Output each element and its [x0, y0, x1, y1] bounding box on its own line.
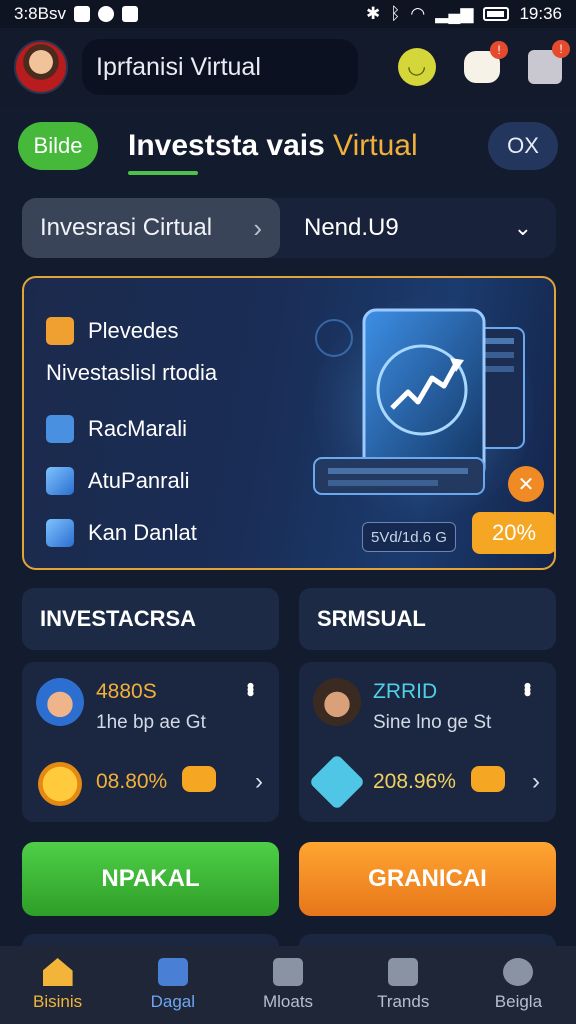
action-row: NPAKAL GRANICAI	[22, 842, 556, 916]
app-icon	[121, 6, 138, 22]
hero-item: AtuPanrali	[46, 464, 306, 498]
selector-row: Invesrasi Cirtual › Nend.U9 ⌄	[22, 198, 556, 258]
nav-label: Trands	[377, 992, 430, 1011]
bilde-button[interactable]: Bilde	[18, 122, 98, 170]
hero-percent-badge[interactable]: 20%	[472, 512, 554, 554]
nav-label: Beigla	[494, 992, 543, 1011]
chevron-right-icon[interactable]: ›	[532, 768, 540, 796]
stat-subtitle: Sine lno ge St	[373, 712, 492, 733]
stat-title: 4880S	[96, 680, 157, 703]
nav-item-bisinis[interactable]: Bisinis	[0, 946, 115, 1024]
nav-item-mloats[interactable]: Mloats	[230, 946, 345, 1024]
hero-item: RacMarali	[46, 412, 306, 446]
title-row: Bilde Investsta vais Virtual OX	[0, 106, 576, 186]
npakal-button[interactable]: NPAKAL	[22, 842, 279, 916]
stat-card[interactable]: ZRRID Sine lno ge St ••• 208.96% ›	[299, 662, 556, 822]
user-avatar	[313, 678, 361, 726]
top-bar: Iprfanisi Virtual ! !	[0, 28, 576, 106]
smile-icon[interactable]	[398, 48, 436, 86]
wifi-icon: ◠	[410, 4, 426, 23]
folder-icon	[157, 958, 188, 986]
stat-row: 4880S 1he bp ae Gt ••• 08.80% › ZRRID Si…	[22, 662, 556, 822]
signal-icon: ▂▄▆	[435, 4, 474, 23]
currency-dropdown-label: Nend.U9	[304, 214, 399, 241]
message-icon	[97, 6, 114, 22]
granicai-button[interactable]: GRANICAI	[299, 842, 556, 916]
chat-icon[interactable]: !	[464, 41, 508, 83]
tag-icon	[46, 317, 74, 345]
page-title: Investsta vais Virtual	[128, 129, 418, 175]
nav-item-trands[interactable]: Trands	[346, 946, 461, 1024]
hero-item: Kan Danlat	[46, 516, 306, 550]
hero-close-button[interactable]: ✕	[508, 466, 544, 502]
trophy-icon	[388, 958, 419, 986]
hero-item-label: RacMarali	[88, 416, 188, 441]
coin-icon	[38, 762, 82, 806]
bluetooth-alt-icon: ᛒ	[390, 4, 401, 23]
bottom-nav: Bisinis Dagal Mloats Trands Beigla	[0, 946, 576, 1024]
hero-feature-list: Plevedes Nivestaslisl rtodia RacMarali A…	[46, 314, 306, 568]
stat-title: ZRRID	[373, 680, 438, 703]
section-srmsual[interactable]: SRMSUAL	[299, 588, 556, 650]
search-text: Iprfanisi Virtual	[96, 52, 261, 81]
stat-value: 208.96%	[373, 770, 456, 793]
hero-item: Plevedes	[46, 314, 306, 348]
chevron-right-icon: ›	[253, 212, 262, 243]
page-title-accent: Virtual	[333, 129, 418, 162]
status-time: 19:36	[519, 4, 562, 23]
profile-avatar[interactable]	[14, 40, 68, 94]
stat-value: 08.80%	[96, 770, 168, 793]
gift-icon[interactable]: !	[528, 40, 570, 84]
nav-label: Mloats	[262, 992, 314, 1011]
more-options-icon[interactable]: •••	[237, 682, 263, 693]
section-investacrsa[interactable]: INVESTACRSA	[22, 588, 279, 650]
nav-item-dagal[interactable]: Dagal	[115, 946, 230, 1024]
cube-icon	[46, 519, 74, 547]
hero-badge: 5Vd/1d.6 G	[362, 522, 456, 552]
hero-item-label: AtuPanrali	[88, 468, 190, 493]
chevron-down-icon: ⌄	[513, 215, 532, 240]
page-title-main: Investsta vais	[128, 129, 325, 162]
home-icon	[42, 958, 73, 986]
close-button[interactable]: OX	[488, 122, 558, 170]
user-avatar	[36, 678, 84, 726]
hero-item-label: Kan Danlat	[88, 520, 197, 545]
search-field[interactable]: Iprfanisi Virtual	[82, 39, 358, 95]
notification-icon	[73, 6, 90, 22]
category-selector-label: Invesrasi Cirtual	[40, 214, 213, 241]
more-options-icon[interactable]: •••	[514, 682, 540, 693]
currency-dropdown[interactable]: Nend.U9 ⌄	[280, 214, 556, 242]
search-icon	[503, 958, 534, 986]
notification-badge: !	[552, 40, 570, 58]
stat-subtitle: 1he bp ae Gt	[96, 712, 206, 733]
nav-label: Bisinis	[33, 992, 83, 1011]
battery-icon	[483, 7, 510, 21]
wallet-icon	[182, 766, 216, 792]
hero-item-label: Plevedes	[88, 318, 179, 343]
category-selector[interactable]: Invesrasi Cirtual ›	[22, 198, 280, 258]
cube-icon	[46, 467, 74, 495]
nav-label: Dagal	[150, 992, 196, 1011]
bluetooth-icon: ✱	[365, 4, 381, 23]
hero-subtitle: Nivestaslisl rtodia	[46, 360, 218, 385]
stat-card[interactable]: 4880S 1he bp ae Gt ••• 08.80% ›	[22, 662, 279, 822]
nav-item-beigla[interactable]: Beigla	[461, 946, 576, 1024]
hero-banner[interactable]: Plevedes Nivestaslisl rtodia RacMarali A…	[22, 276, 556, 570]
chevron-right-icon[interactable]: ›	[255, 768, 263, 796]
notification-badge: !	[490, 41, 508, 59]
status-left-text: 3:8Bsv	[14, 4, 66, 23]
document-icon	[46, 415, 74, 443]
status-bar: 3:8Bsv ✱ ᛒ ◠ ▂▄▆ 19:36	[0, 0, 576, 28]
gem-icon	[308, 753, 366, 811]
wallet-icon	[471, 766, 505, 792]
section-row: INVESTACRSA SRMSUAL	[22, 588, 556, 650]
square-icon	[273, 958, 303, 986]
